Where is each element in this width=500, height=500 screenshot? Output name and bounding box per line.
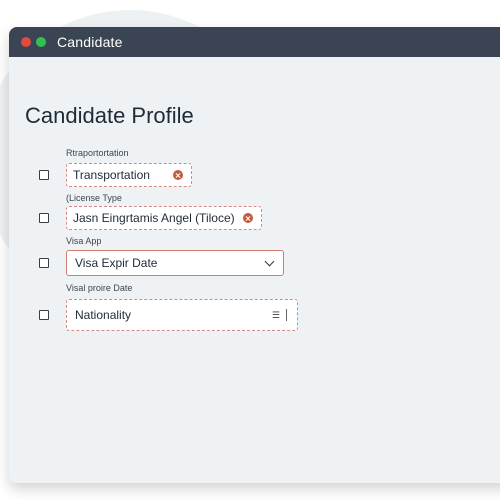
visa-expiry-select[interactable]: Visa Expir Date [66,250,284,276]
chevron-down-icon [264,256,275,266]
window-title: Candidate [57,34,123,50]
field-label-visa-app: Visa App [66,236,102,246]
title-bar: Candidate [9,27,500,57]
checkbox-transportation[interactable] [39,170,49,180]
field-label-transportation: Rtraportortation [66,148,129,158]
text-cursor [286,309,287,321]
field-label-license-type: (License Type [66,193,122,203]
transportation-field[interactable]: Transportation [66,163,192,187]
license-type-field[interactable]: Jasn Eingrtamis Angel (Tiloce) [66,206,262,230]
field-label-visa-expire-date: Visal proire Date [66,283,133,293]
nationality-value: Nationality [75,308,132,322]
page-title: Candidate Profile [25,103,194,128]
menu-icon[interactable]: ☰ [272,310,280,321]
maximize-window-button[interactable] [36,37,46,47]
nationality-field[interactable]: Nationality ☰ [66,299,298,331]
close-window-button[interactable] [21,37,31,47]
transportation-value: Transportation [73,168,150,182]
clear-icon[interactable] [243,213,253,223]
app-window: Candidate Candidate Profile Rtraportorta… [9,27,500,483]
checkbox-nationality[interactable] [39,310,49,320]
visa-expiry-value: Visa Expir Date [75,256,158,270]
checkbox-visa-app[interactable] [39,258,49,268]
clear-icon[interactable] [173,170,183,180]
checkbox-license-type[interactable] [39,213,49,223]
license-type-value: Jasn Eingrtamis Angel (Tiloce) [73,211,235,225]
